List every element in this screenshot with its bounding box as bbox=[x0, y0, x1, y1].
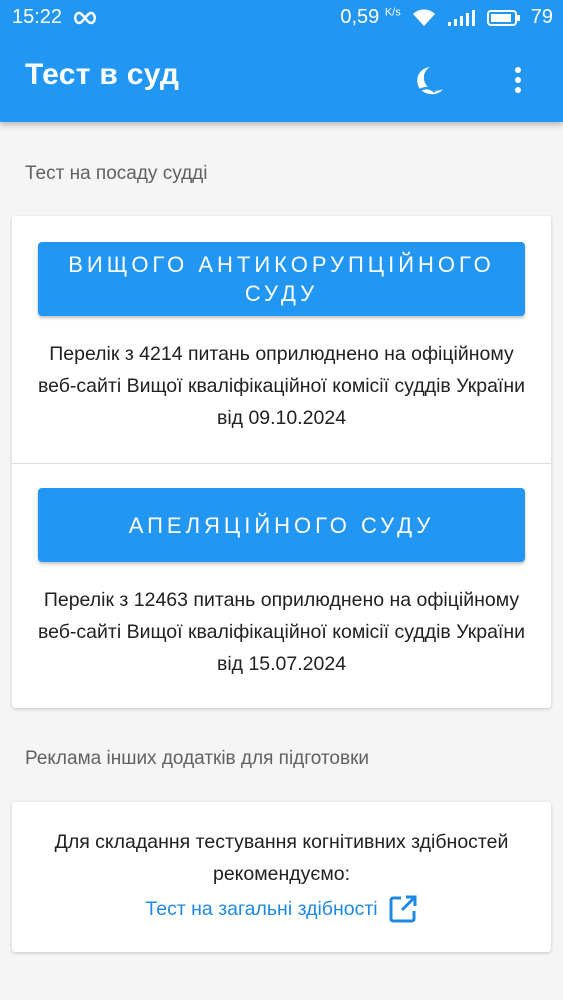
infinity-icon bbox=[74, 11, 97, 24]
general-abilities-test-link[interactable]: Тест на загальні здібності bbox=[12, 894, 551, 924]
ad-card: Для складання тестування когнітивних зді… bbox=[12, 802, 551, 952]
status-bar: 15:22 0,59 K/s 79 bbox=[0, 0, 563, 36]
status-time: 15:22 bbox=[12, 6, 63, 28]
ad-link-label: Тест на загальні здібності bbox=[145, 897, 378, 920]
battery-level: 79 bbox=[530, 6, 553, 28]
moon-icon bbox=[417, 67, 443, 95]
appeal-court-button[interactable]: АПЕЛЯЦІЙНОГО СУДУ bbox=[38, 488, 525, 562]
network-speed: 0,59 K/s bbox=[340, 6, 400, 29]
app-bar: 15:22 0,59 K/s 79 Тест в суд bbox=[0, 0, 563, 122]
signal-icon bbox=[447, 9, 475, 26]
appeal-court-description: Перелік з 12463 питань оприлюднено на оф… bbox=[37, 589, 526, 675]
anticorruption-court-button[interactable]: ВИЩОГО АНТИКОРУПЦІЙНОГО СУДУ bbox=[38, 242, 525, 316]
anticorruption-court-description: Перелік з 4214 питань оприлюднено на офі… bbox=[37, 343, 526, 429]
app-title: Тест в суд bbox=[25, 58, 180, 91]
night-mode-button[interactable] bbox=[409, 60, 449, 100]
network-speed-unit: K/s bbox=[384, 6, 401, 19]
wifi-icon bbox=[412, 9, 435, 26]
more-vert-icon bbox=[515, 67, 521, 93]
battery-icon bbox=[486, 9, 520, 26]
network-speed-value: 0,59 bbox=[340, 6, 380, 28]
test-section-label: Тест на посаду судді bbox=[25, 163, 208, 184]
court-test-card: ВИЩОГО АНТИКОРУПЦІЙНОГО СУДУ Перелік з 4… bbox=[12, 216, 551, 708]
ads-section-label: Реклама інших додатків для підготовки bbox=[25, 748, 369, 769]
open-in-new-icon bbox=[389, 895, 417, 923]
overflow-menu-button[interactable] bbox=[498, 60, 538, 100]
ad-text: Для складання тестування когнітивних зді… bbox=[54, 831, 509, 885]
card-divider bbox=[12, 463, 551, 464]
